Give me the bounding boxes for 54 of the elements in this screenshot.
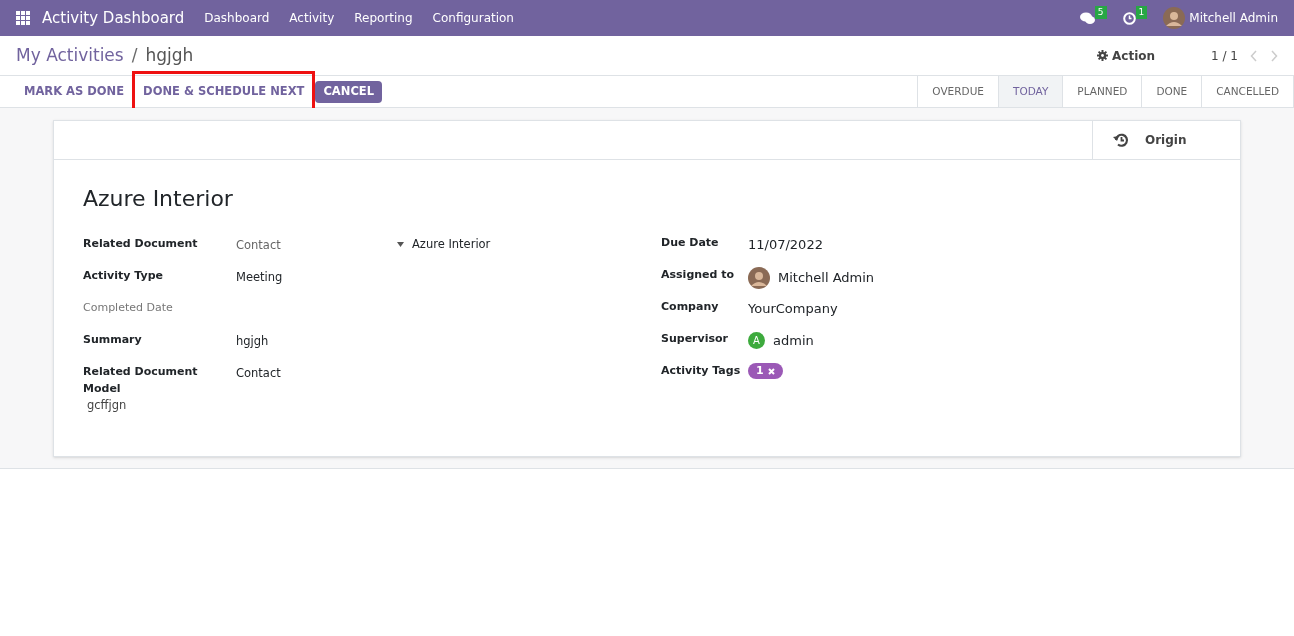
field-label: Due Date: [661, 235, 720, 251]
breadcrumb-current: hgjgh: [145, 43, 194, 67]
form-button[interactable]: MARK AS DONE: [16, 80, 133, 103]
field-label: Activity Tags: [661, 363, 742, 379]
chat-icon[interactable]: [1079, 11, 1095, 25]
record-link[interactable]: Azure Interior: [412, 235, 491, 254]
origin-smart-button[interactable]: Origin: [1092, 121, 1240, 159]
apps-menu-icon[interactable]: [16, 11, 30, 25]
field-label: Related Document Model: [83, 364, 199, 397]
caret-icon[interactable]: [397, 242, 404, 247]
field-label: Completed Date: [83, 300, 174, 316]
field-value: 11/07/2022: [748, 236, 823, 254]
highlighted-button[interactable]: DONE & SCHEDULE NEXT: [135, 73, 313, 110]
field-label: Summary: [83, 332, 143, 348]
activity-count-badge: 1: [1135, 5, 1148, 19]
field-label: Related Document: [83, 236, 199, 252]
breadcrumb-separator: /: [131, 43, 138, 67]
field-label: Assigned to: [661, 267, 736, 283]
status-stage[interactable]: DONE: [1142, 76, 1203, 107]
remove-icon[interactable]: [767, 367, 775, 375]
menu-item[interactable]: Configuration: [432, 9, 514, 27]
settings-icon: [1097, 50, 1108, 61]
action-menu[interactable]: Action: [1097, 46, 1156, 65]
status-stage[interactable]: PLANNED: [1063, 76, 1143, 107]
field-value: Contact: [236, 237, 282, 254]
message-count-badge: 5: [1094, 5, 1107, 19]
status-stage[interactable]: TODAY: [998, 76, 1064, 107]
form-button[interactable]: CANCEL: [315, 80, 382, 103]
menu-item[interactable]: Activity: [289, 9, 335, 27]
field-label: Company: [661, 299, 720, 315]
menu-item[interactable]: Reporting: [354, 9, 413, 27]
status-stage[interactable]: CANCELLED: [1202, 76, 1294, 107]
pager-value: 1 / 1: [1211, 47, 1238, 65]
avatar-icon: [748, 267, 770, 289]
menu-item[interactable]: Dashboard: [204, 9, 270, 27]
history-icon: [1113, 132, 1129, 148]
field-label: Supervisor: [661, 331, 729, 347]
field-value: Meeting: [236, 269, 284, 286]
avatar-icon: [1163, 7, 1186, 29]
record-title: Azure Interior: [83, 185, 234, 213]
status-stage[interactable]: OVERDUE: [918, 76, 999, 107]
user-menu[interactable]: Mitchell Admin: [1189, 9, 1278, 27]
field-value: Contact: [236, 365, 282, 382]
field-value: hgjgh: [236, 333, 270, 350]
app-title[interactable]: Activity Dashboard: [42, 6, 185, 30]
field-value: YourCompany: [748, 300, 838, 318]
field-label: Activity Type: [83, 268, 164, 284]
clock-icon[interactable]: [1122, 11, 1136, 25]
user-name[interactable]: admin: [773, 331, 814, 351]
tag-label: 1: [756, 362, 764, 379]
avatar-initial: A: [748, 332, 765, 350]
user-name[interactable]: Mitchell Admin: [778, 268, 875, 288]
breadcrumb-link[interactable]: My Activities: [16, 42, 124, 69]
note-text: gcffjgn: [86, 397, 128, 414]
